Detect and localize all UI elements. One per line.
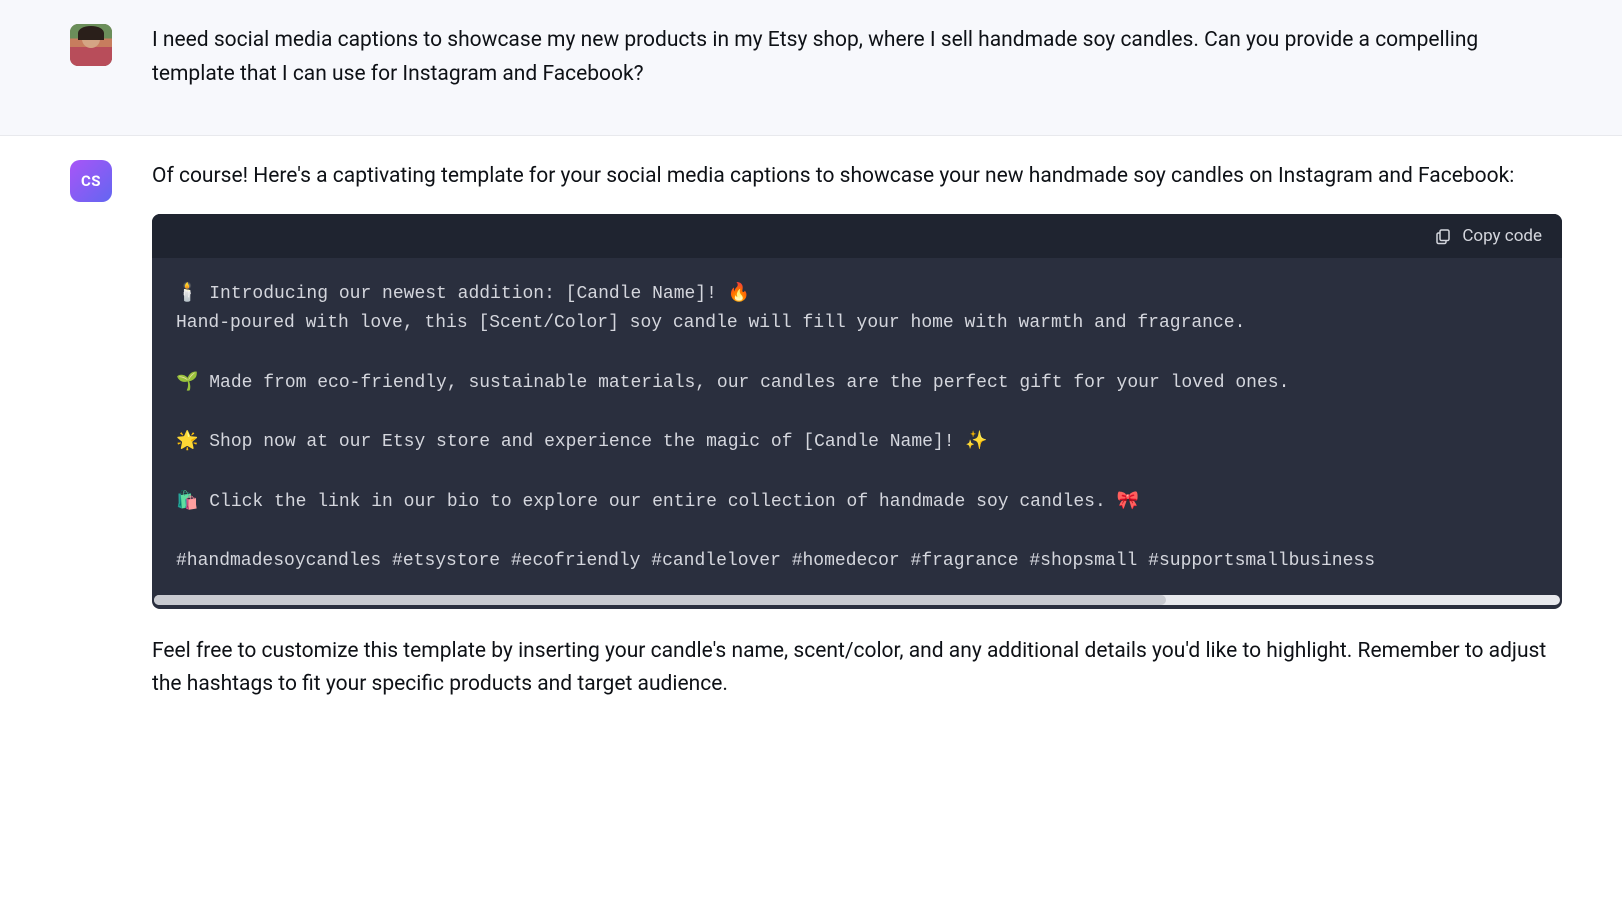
assistant-outro-text: Feel free to customize this template by … [152, 635, 1562, 702]
copy-code-label: Copy code [1462, 226, 1542, 246]
user-avatar [70, 24, 112, 66]
assistant-message: CS Of course! Here's a captivating templ… [0, 136, 1622, 746]
code-header: Copy code [152, 214, 1562, 258]
assistant-intro-text: Of course! Here's a captivating template… [152, 160, 1562, 194]
assistant-message-content: Of course! Here's a captivating template… [152, 160, 1562, 722]
code-content[interactable]: 🕯️ Introducing our newest addition: [Can… [152, 258, 1562, 595]
scrollbar-thumb[interactable] [154, 595, 1166, 605]
user-message-content: I need social media captions to showcase… [152, 24, 1562, 111]
user-text: I need social media captions to showcase… [152, 24, 1562, 91]
clipboard-icon [1434, 227, 1452, 245]
code-block: Copy code 🕯️ Introducing our newest addi… [152, 214, 1562, 609]
assistant-avatar: CS [70, 160, 112, 202]
user-message: I need social media captions to showcase… [0, 0, 1622, 136]
horizontal-scrollbar[interactable] [154, 595, 1560, 605]
copy-code-button[interactable]: Copy code [1434, 226, 1542, 246]
assistant-badge-label: CS [81, 172, 101, 190]
code-text: 🕯️ Introducing our newest addition: [Can… [176, 280, 1538, 577]
